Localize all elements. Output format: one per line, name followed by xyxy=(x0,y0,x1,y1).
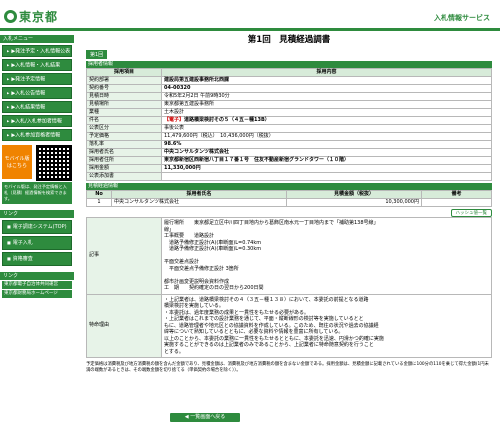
row-value: 土木設計 xyxy=(161,108,492,117)
row-label: 業種 xyxy=(86,108,162,117)
sidebar-links-title: リンク xyxy=(0,210,74,218)
table-row: 落札率 98.6% xyxy=(86,140,492,149)
row-value: 中央コンサルタンツ株式会社 xyxy=(161,148,492,157)
bid-no: 1 xyxy=(86,198,112,207)
col-name: 採用者氏名 xyxy=(111,190,287,199)
sidebar-bottom-title: リンク xyxy=(0,272,74,280)
row-label: 採用者住所 xyxy=(86,156,162,165)
row-value: 事後公表 xyxy=(161,124,492,133)
reason-content: ・上記業者は、道路橋梁検討その４（３五－種１３８）において、本委託の前提となる道… xyxy=(161,293,492,358)
remarks-label: 記事 xyxy=(86,217,162,295)
table-row: 公表添加書 xyxy=(86,172,492,181)
table-row: 採用金額 11,330,000円 xyxy=(86,164,492,173)
col-content: 採用内容 xyxy=(161,68,492,77)
mobile-label: モバイル版 xyxy=(4,156,30,162)
sidebar-link-procurement[interactable]: 電子調達システム(TOP) xyxy=(2,220,72,234)
remarks-line: 工 期 契約確定の日の翌日から200日間 xyxy=(164,285,264,291)
footnote: 予定価格は消費税及び地方消費税の額を含んだ金額であり、見積金額は、消費税及び地方… xyxy=(86,362,489,373)
table-row: 業種 土木設計 xyxy=(86,108,492,117)
back-to-list-button[interactable]: ◀ 一覧画面へ戻る xyxy=(170,413,240,422)
row-label: 見積日時 xyxy=(86,92,162,101)
mobile-box: モバイル版 はこちら xyxy=(2,145,72,181)
row-value: 令和5年2月2日 午前9時30分 xyxy=(161,92,492,101)
table-row: 予定価格 11,479,600円（税込） 10,436,000円（税抜） xyxy=(86,132,492,141)
remarks-content: 履行場所 東京都足立区中川四丁目地内から葛飾区南水元一丁目地内まで「補助第138… xyxy=(161,217,492,295)
mobile-note: モバイル版は、発注予定情報と入札（見積）経過情報を検索できます。 xyxy=(2,182,72,204)
remarks-table: 記事 履行場所 東京都足立区中川四丁目地内から葛飾区南水元一丁目地内まで「補助第… xyxy=(86,217,492,358)
table-row: 採用者住所 東京都新宿区西新宿八丁目１７番１号 住友不動産新宿グランドタワー（１０… xyxy=(86,156,492,165)
table-row: 件名 【電子】道路橋梁検討その５（４五－種13B） xyxy=(86,116,492,125)
row-label: 契約番号 xyxy=(86,84,162,93)
sidebar-link-joint[interactable]: 東京都電子自治体共同運営 xyxy=(2,281,72,289)
table-row: 特命理由 ・上記業者は、道路橋梁検討その４（３五－種１３８）において、本委託の前… xyxy=(86,293,492,358)
row-value: 11,330,000円 xyxy=(161,164,492,173)
row-value: 11,479,600円（税込） 10,436,000円（税抜） xyxy=(161,132,492,141)
sidebar-menu-title: 入札メニュー xyxy=(0,35,74,43)
sidebar-link-e-bid[interactable]: 電子入札 xyxy=(2,236,72,250)
qr-code-icon xyxy=(36,145,72,181)
main-content: 第1回 見積経過調書 第1回 採用者情報 採用項目 採用内容 契約部署 建設局第五… xyxy=(86,34,492,374)
table-row: 契約部署 建設局第五建設事務所北西課 xyxy=(86,76,492,85)
mobile-version-button[interactable]: モバイル版 はこちら xyxy=(2,145,32,179)
bid-note xyxy=(421,198,492,207)
bid-amount: 10,300,000円 xyxy=(286,198,422,207)
row-value: 東京都新宿区西新宿八丁目１７番１号 住友不動産新宿グランドタワー（１０階） xyxy=(161,156,492,165)
row-value: 建設局第五建設事務所北西課 xyxy=(161,76,492,85)
table-row: 公表区分 事後公表 xyxy=(86,124,492,133)
row-value: 【電子】道路橋梁検討その５（４五－種13B） xyxy=(161,116,492,125)
row-label: 公表添加書 xyxy=(86,172,162,181)
logo-text: 東京都 xyxy=(19,10,59,24)
sidebar-item-1[interactable]: ▶発注予定・入札情報公表 xyxy=(2,45,72,57)
row-label: 採用者氏名 xyxy=(86,148,162,157)
tokyo-logo[interactable]: 東京都 xyxy=(4,8,58,25)
reason-line: とする。 xyxy=(164,348,184,355)
reason-label: 特命理由 xyxy=(86,293,162,358)
electronic-tag: 【電子】 xyxy=(164,117,185,123)
row-label: 契約部署 xyxy=(86,76,162,85)
table-row: 1 中央コンサルタンツ株式会社 10,300,000円 xyxy=(86,198,492,207)
sidebar-item-2[interactable]: ▶入札情報・入札結果 xyxy=(2,59,72,71)
row-label: 件名 xyxy=(86,116,162,125)
table-row: 見積場所 東京都第五建設事務所 xyxy=(86,100,492,109)
table-row: 見積日時 令和5年2月2日 午前9時30分 xyxy=(86,92,492,101)
page-title: 第1回 見積経過調書 xyxy=(247,35,331,45)
header-divider xyxy=(0,28,500,31)
sidebar: 入札メニュー ▶発注予定・入札情報公表 ▶入札情報・入札結果 ▶発注予定情報 ▶… xyxy=(0,32,74,433)
mobile-sub: はこちら xyxy=(6,163,27,169)
row-label: 公表区分 xyxy=(86,124,162,133)
row-label: 予定価格 xyxy=(86,132,162,141)
round-badge: 第1回 xyxy=(86,50,108,59)
table-row: 記事 履行場所 東京都足立区中川四丁目地内から葛飾区南水元一丁目地内まで「補助第… xyxy=(86,217,492,295)
col-note: 備考 xyxy=(421,190,492,199)
table-row: 採用者氏名 中央コンサルタンツ株式会社 xyxy=(86,148,492,157)
tokyo-emblem-icon xyxy=(4,10,17,23)
col-item: 採用項目 xyxy=(86,68,162,77)
section-bid-header: 見積経過情報 xyxy=(86,183,492,190)
section-info-header: 採用者情報 xyxy=(86,61,492,68)
bid-name: 中央コンサルタンツ株式会社 xyxy=(111,198,287,207)
col-amount: 見積金額（税抜） xyxy=(286,190,422,199)
sidebar-item-7[interactable]: ▶入札参加資格者情報 xyxy=(2,129,72,141)
site-header: 東京都 入札情報サービス xyxy=(0,0,500,31)
sidebar-item-6[interactable]: ▶入札/入札参加者情報 xyxy=(2,115,72,127)
info-table: 採用項目 採用内容 契約部署 建設局第五建設事務所北西課 契約番号 04-00320… xyxy=(86,68,492,181)
col-no: No xyxy=(86,190,112,199)
sidebar-link-finance[interactable]: 東京都財務局ホームページ xyxy=(2,290,72,298)
row-label: 採用金額 xyxy=(86,164,162,173)
sidebar-link-qualification[interactable]: 資格審査 xyxy=(2,252,72,266)
row-label: 見積場所 xyxy=(86,100,162,109)
hash-list-button[interactable]: ハッシュ値一覧 xyxy=(450,209,492,217)
bid-table: No 採用者氏名 見積金額（税抜） 備考 1 中央コンサルタンツ株式会社 10,… xyxy=(86,190,492,207)
sidebar-item-4[interactable]: ▶入札公告情報 xyxy=(2,87,72,99)
row-value: 04-00320 xyxy=(161,84,492,93)
sidebar-item-5[interactable]: ▶入札結果情報 xyxy=(2,101,72,113)
row-value: 東京都第五建設事務所 xyxy=(161,100,492,109)
row-value: 98.6% xyxy=(161,140,492,149)
table-row: 契約番号 04-00320 xyxy=(86,84,492,93)
row-label: 落札率 xyxy=(86,140,162,149)
sidebar-item-3[interactable]: ▶発注予定情報 xyxy=(2,73,72,85)
row-value xyxy=(161,172,492,181)
subject-text: 道路橋梁検討その５（４五－種13B） xyxy=(184,117,270,123)
service-name: 入札情報サービス xyxy=(434,14,490,22)
